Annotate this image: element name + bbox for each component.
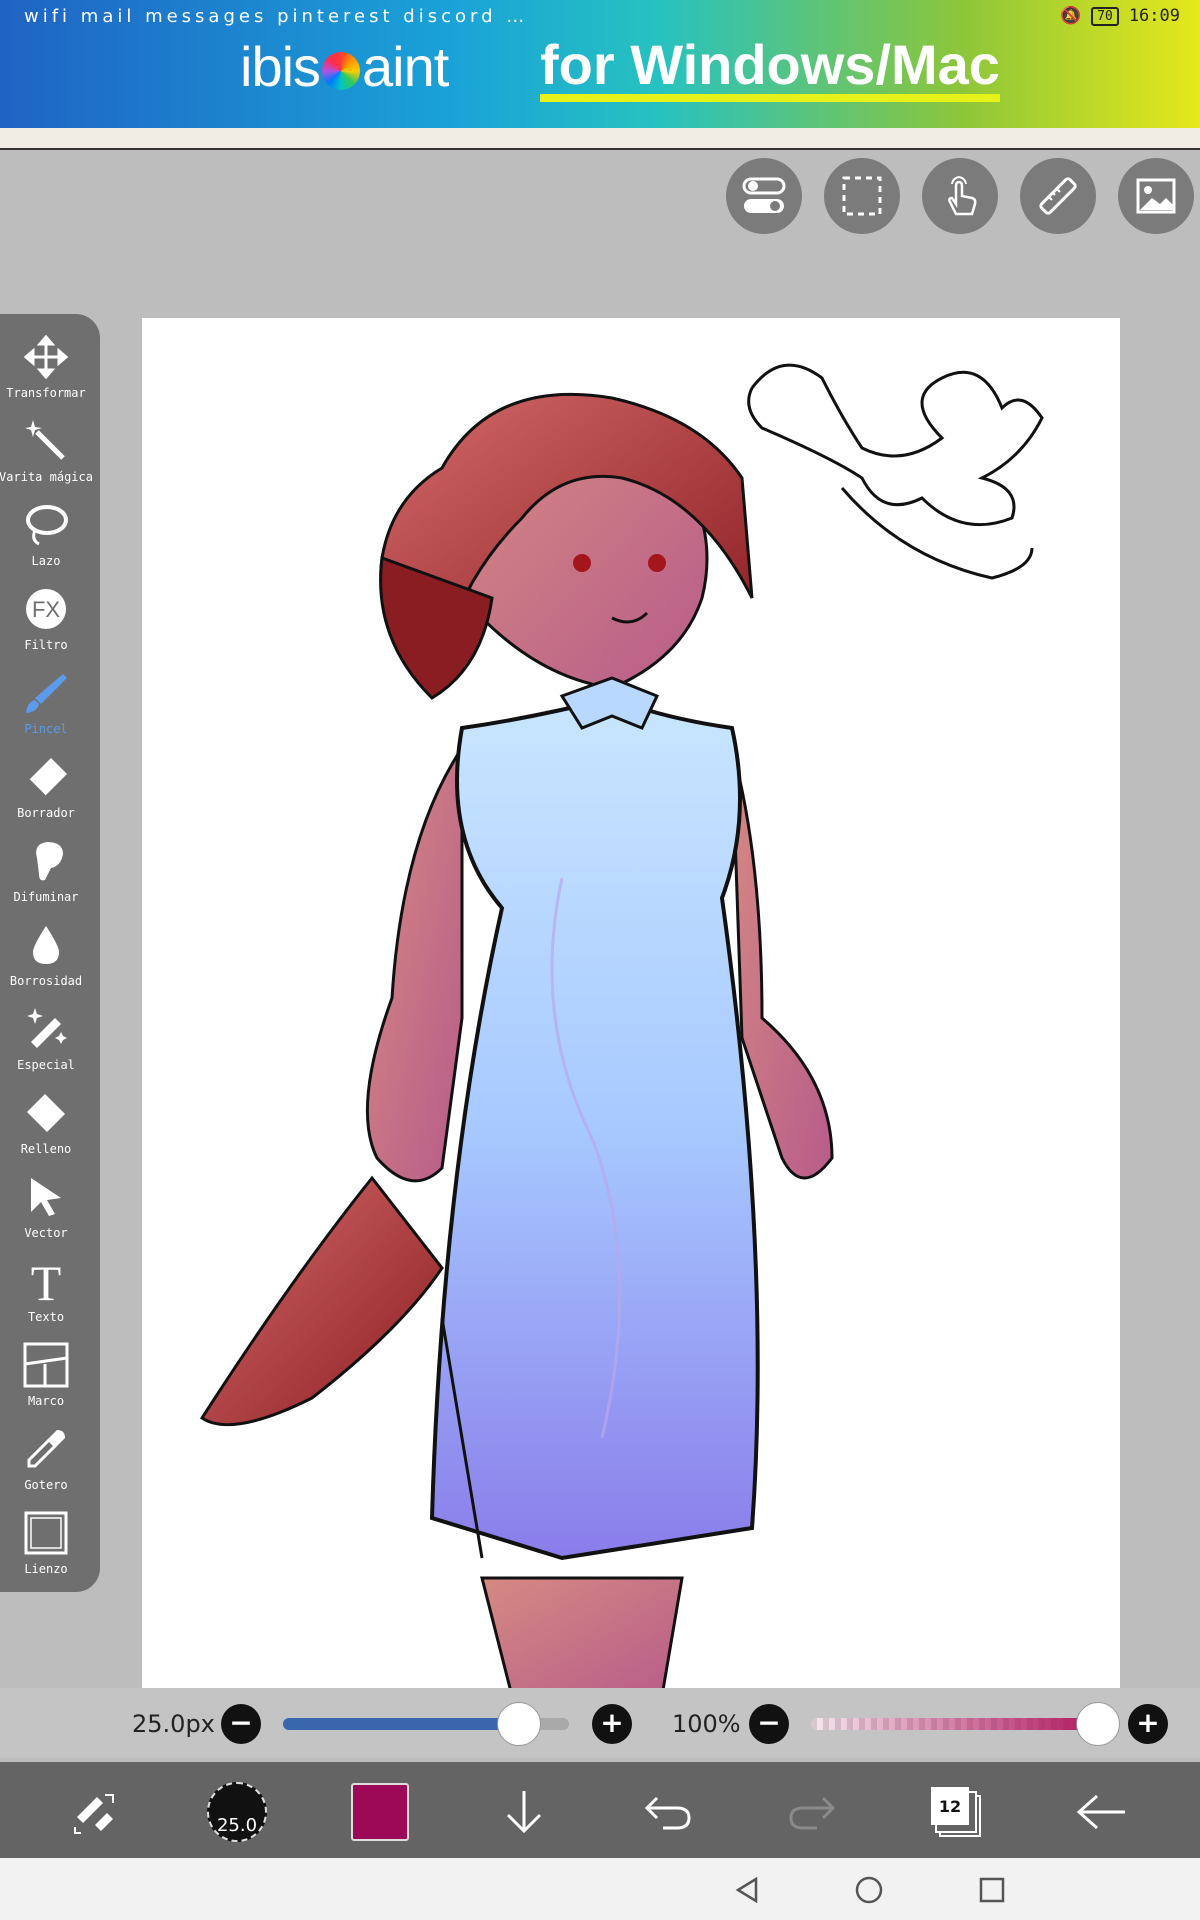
tool-label: Pincel	[24, 722, 68, 736]
tool-label: Lienzo	[24, 1562, 68, 1576]
layers-button[interactable]: 12	[924, 1780, 988, 1844]
opacity-decrease-button[interactable]: −	[749, 1704, 789, 1744]
size-slider-fill	[283, 1718, 518, 1730]
opacity-slider-fill	[811, 1718, 1097, 1730]
tool-label: Varita mágica	[0, 470, 93, 484]
tool-label: Borrador	[17, 806, 75, 820]
color-picker-button[interactable]	[348, 1780, 412, 1844]
nav-recents-icon[interactable]	[972, 1874, 1012, 1906]
canvas-icon	[19, 1506, 73, 1560]
tool-transformar[interactable]: Transformar	[0, 330, 92, 414]
brush-size-preview: 25.0	[207, 1782, 267, 1842]
tool-borrador[interactable]: Borrador	[0, 750, 92, 834]
tool-borrosidad[interactable]: Borrosidad	[0, 918, 92, 1002]
opacity-slider-thumb[interactable]	[1076, 1702, 1120, 1746]
layers-icon: 12	[931, 1787, 981, 1837]
tool-label: Lazo	[31, 554, 61, 568]
lasso-icon	[19, 498, 73, 552]
drawing-canvas[interactable]	[142, 318, 1120, 1696]
tool-label: Vector	[24, 1226, 68, 1240]
svg-text:T: T	[31, 1256, 62, 1306]
magic-wand-icon	[19, 414, 73, 468]
banner-divider	[0, 128, 1200, 150]
nav-back-icon[interactable]	[727, 1874, 767, 1906]
toggle-icon[interactable]	[726, 158, 802, 234]
tool-label: Borrosidad	[9, 974, 83, 988]
layers-count: 12	[931, 1787, 969, 1825]
opacity-increase-button[interactable]: +	[1128, 1704, 1168, 1744]
tool-label: Especial	[17, 1058, 75, 1072]
brand-logo: ibis aint	[240, 35, 449, 98]
palette-logo-icon	[322, 52, 361, 91]
brush-icon	[19, 666, 73, 720]
tool-label: Gotero	[24, 1478, 68, 1492]
size-slider-thumb[interactable]	[497, 1702, 541, 1746]
tool-label: Relleno	[20, 1142, 72, 1156]
tool-filtro[interactable]: FX Filtro	[0, 582, 92, 666]
current-color-swatch	[351, 1783, 409, 1841]
tool-relleno[interactable]: Relleno	[0, 1086, 92, 1170]
down-arrow-icon[interactable]	[492, 1780, 556, 1844]
bottom-toolbar: 25.0 12	[0, 1762, 1200, 1858]
tool-marco[interactable]: Marco	[0, 1338, 92, 1422]
undo-icon[interactable]	[636, 1780, 700, 1844]
tool-vector[interactable]: Vector	[0, 1170, 92, 1254]
redo-icon[interactable]	[780, 1780, 844, 1844]
ruler-icon[interactable]	[1020, 158, 1096, 234]
eraser-icon	[19, 750, 73, 804]
special-icon	[19, 1002, 73, 1056]
brush-preview-button[interactable]: 25.0	[205, 1780, 269, 1844]
eyedropper-icon	[19, 1422, 73, 1476]
size-decrease-button[interactable]: −	[221, 1704, 261, 1744]
tool-pincel[interactable]: Pincel	[0, 666, 92, 750]
swap-tools-icon[interactable]	[62, 1780, 126, 1844]
nav-home-icon[interactable]	[849, 1874, 889, 1906]
status-right: 🔕 70 16:09	[1060, 6, 1180, 26]
status-icons: wifi mail messages pinterest discord …	[24, 6, 529, 27]
brush-settings-row: 25.0px − + 100% − +	[0, 1688, 1200, 1758]
opacity-slider-track[interactable]	[811, 1718, 1097, 1730]
blur-icon	[19, 918, 73, 972]
tool-lienzo[interactable]: Lienzo	[0, 1506, 92, 1590]
selection-icon[interactable]	[824, 158, 900, 234]
text-icon: T	[19, 1254, 73, 1308]
battery-indicator: 70	[1091, 6, 1119, 26]
top-toolbar	[726, 158, 1194, 234]
tool-difuminar[interactable]: Difuminar	[0, 834, 92, 918]
tool-especial[interactable]: Especial	[0, 1002, 92, 1086]
banner-tagline: for Windows/Mac	[540, 36, 1000, 102]
clock: 16:09	[1128, 6, 1180, 26]
tool-lazo[interactable]: Lazo	[0, 498, 92, 582]
vector-icon	[19, 1170, 73, 1224]
smudge-icon	[19, 834, 73, 888]
tool-label: Transformar	[6, 386, 86, 400]
fill-icon	[19, 1086, 73, 1140]
system-nav-bar	[0, 1858, 1200, 1920]
image-icon[interactable]	[1118, 158, 1194, 234]
brush-opacity-value: 100%	[672, 1710, 741, 1738]
ad-banner[interactable]: wifi mail messages pinterest discord … 🔕…	[0, 0, 1200, 128]
svg-text:FX: FX	[32, 597, 60, 622]
bell-off-icon: 🔕	[1059, 6, 1082, 26]
tool-varita-mágica[interactable]: Varita mágica	[0, 414, 93, 498]
tool-label: Filtro	[24, 638, 68, 652]
touch-icon[interactable]	[922, 158, 998, 234]
brush-size-value: 25.0px	[132, 1710, 215, 1738]
artwork	[199, 363, 1044, 1696]
frame-icon	[19, 1338, 73, 1392]
back-arrow-icon[interactable]	[1070, 1780, 1134, 1844]
size-increase-button[interactable]: +	[592, 1704, 632, 1744]
tool-panel: Transformar Varita mágica Lazo FX Filtro Pinc…	[0, 314, 100, 1592]
tool-label: Difuminar	[13, 890, 79, 904]
tool-gotero[interactable]: Gotero	[0, 1422, 92, 1506]
move-icon	[19, 330, 73, 384]
tool-label: Texto	[27, 1310, 65, 1324]
tool-texto[interactable]: T Texto	[0, 1254, 92, 1338]
tool-label: Marco	[27, 1394, 65, 1408]
fx-icon: FX	[19, 582, 73, 636]
